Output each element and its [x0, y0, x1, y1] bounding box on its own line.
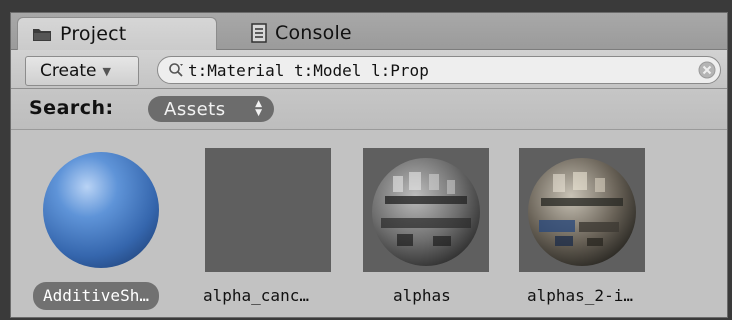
clear-search-icon[interactable]: [698, 61, 716, 79]
tab-project[interactable]: Project: [17, 17, 217, 50]
asset-grid: AdditiveSh… alpha_canc… alphas alphas_2-…: [11, 130, 727, 317]
search-scope-value: Assets: [164, 98, 226, 120]
asset-label: alphas: [393, 286, 451, 305]
model-preview-textured-sphere: [363, 148, 489, 272]
material-preview-blue-sphere: [33, 148, 159, 272]
asset-label: alphas_2-i…: [527, 286, 633, 305]
asset-item[interactable]: AdditiveSh…: [33, 130, 183, 317]
search-scope-label: Search:: [29, 97, 114, 119]
toolbar: Create ▼: [11, 50, 727, 89]
model-preview-textured-sphere-color: [519, 148, 645, 272]
up-down-arrows-icon: ▲ ▼: [255, 99, 262, 118]
folder-icon: [32, 26, 52, 42]
search-input[interactable]: [188, 60, 698, 80]
console-icon: [251, 23, 267, 43]
asset-item[interactable]: alpha_canc…: [203, 130, 355, 317]
tab-bar: Project Console: [11, 13, 727, 50]
asset-item[interactable]: alphas_2-i…: [519, 130, 669, 317]
tab-console-label: Console: [275, 22, 352, 44]
asset-preview-empty: [205, 148, 331, 272]
tab-project-label: Project: [60, 23, 127, 45]
asset-item[interactable]: alphas: [363, 130, 513, 317]
asset-label: AdditiveSh…: [33, 282, 159, 310]
search-icon: [168, 62, 184, 78]
create-button-label: Create: [40, 61, 97, 81]
project-window: Project Console Create ▼ t:Material t:Mo…: [10, 12, 728, 318]
search-scope-dropdown[interactable]: Assets ▲ ▼: [148, 96, 274, 122]
dropdown-arrow-icon: ▼: [102, 64, 111, 78]
tab-console[interactable]: Console: [237, 17, 397, 49]
asset-label: alpha_canc…: [203, 286, 309, 305]
search-field[interactable]: [157, 56, 721, 84]
search-scope-bar: Search: Assets ▲ ▼: [11, 89, 727, 130]
create-button[interactable]: Create ▼: [25, 56, 139, 86]
